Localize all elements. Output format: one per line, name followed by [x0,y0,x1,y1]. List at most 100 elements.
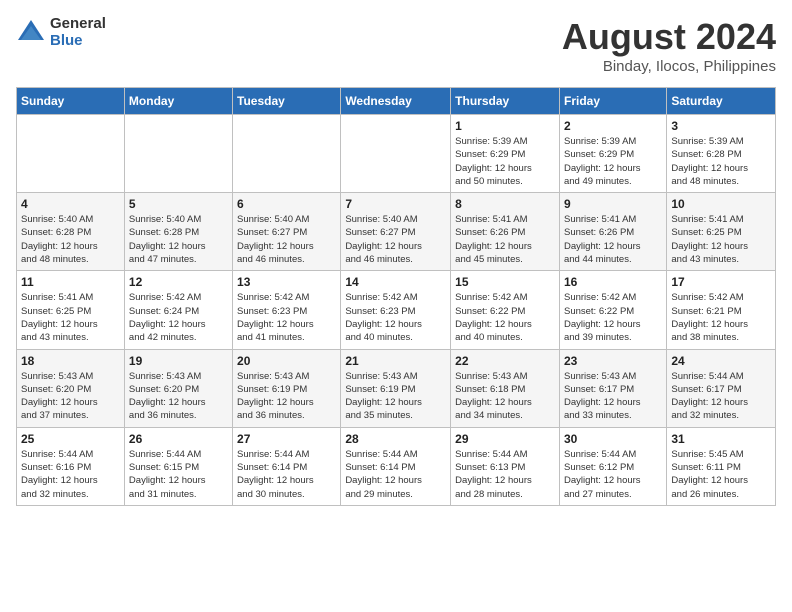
calendar-cell: 25 Sunrise: 5:44 AM Sunset: 6:16 PM Dayli… [17,427,125,505]
logo-text: General Blue [50,16,106,49]
col-header-monday: Monday [124,88,232,115]
day-number: 17 [671,275,771,289]
calendar-cell: 26 Sunrise: 5:44 AM Sunset: 6:15 PM Dayli… [124,427,232,505]
day-info: Sunrise: 5:40 AM Sunset: 6:28 PM Dayligh… [21,213,120,266]
day-info: Sunrise: 5:42 AM Sunset: 6:24 PM Dayligh… [129,291,228,344]
calendar-cell: 21 Sunrise: 5:43 AM Sunset: 6:19 PM Dayli… [341,349,451,427]
calendar-table: SundayMondayTuesdayWednesdayThursdayFrid… [16,87,776,506]
day-info: Sunrise: 5:44 AM Sunset: 6:12 PM Dayligh… [564,448,662,501]
calendar-cell: 16 Sunrise: 5:42 AM Sunset: 6:22 PM Dayli… [559,271,666,349]
calendar-cell [341,115,451,193]
day-info: Sunrise: 5:39 AM Sunset: 6:29 PM Dayligh… [564,135,662,188]
day-number: 6 [237,197,336,211]
day-info: Sunrise: 5:44 AM Sunset: 6:15 PM Dayligh… [129,448,228,501]
day-info: Sunrise: 5:45 AM Sunset: 6:11 PM Dayligh… [671,448,771,501]
day-number: 14 [345,275,446,289]
day-info: Sunrise: 5:44 AM Sunset: 6:13 PM Dayligh… [455,448,555,501]
col-header-saturday: Saturday [667,88,776,115]
day-info: Sunrise: 5:41 AM Sunset: 6:25 PM Dayligh… [21,291,120,344]
calendar-cell: 12 Sunrise: 5:42 AM Sunset: 6:24 PM Dayli… [124,271,232,349]
day-number: 16 [564,275,662,289]
day-number: 7 [345,197,446,211]
col-header-thursday: Thursday [451,88,560,115]
calendar-cell: 22 Sunrise: 5:43 AM Sunset: 6:18 PM Dayli… [451,349,560,427]
calendar-week-row: 25 Sunrise: 5:44 AM Sunset: 6:16 PM Dayli… [17,427,776,505]
day-number: 24 [671,354,771,368]
day-number: 30 [564,432,662,446]
day-info: Sunrise: 5:43 AM Sunset: 6:18 PM Dayligh… [455,370,555,423]
day-info: Sunrise: 5:40 AM Sunset: 6:27 PM Dayligh… [237,213,336,266]
calendar-header-row: SundayMondayTuesdayWednesdayThursdayFrid… [17,88,776,115]
day-info: Sunrise: 5:43 AM Sunset: 6:19 PM Dayligh… [345,370,446,423]
calendar-cell [17,115,125,193]
day-number: 22 [455,354,555,368]
col-header-sunday: Sunday [17,88,125,115]
location: Binday, Ilocos, Philippines [562,58,776,75]
calendar-cell: 23Sunrise: 5:43 AM Sunset: 6:17 PM Dayli… [559,349,666,427]
logo-general: General [50,16,106,33]
day-number: 18 [21,354,120,368]
day-number: 5 [129,197,228,211]
calendar-week-row: 1 Sunrise: 5:39 AM Sunset: 6:29 PM Daylig… [17,115,776,193]
calendar-cell: 18Sunrise: 5:43 AM Sunset: 6:20 PM Dayli… [17,349,125,427]
day-number: 31 [671,432,771,446]
calendar-cell: 1 Sunrise: 5:39 AM Sunset: 6:29 PM Daylig… [451,115,560,193]
day-info: Sunrise: 5:42 AM Sunset: 6:22 PM Dayligh… [564,291,662,344]
day-info: Sunrise: 5:44 AM Sunset: 6:14 PM Dayligh… [345,448,446,501]
calendar-cell: 9Sunrise: 5:41 AM Sunset: 6:26 PM Daylig… [559,193,666,271]
calendar-cell: 24Sunrise: 5:44 AM Sunset: 6:17 PM Dayli… [667,349,776,427]
calendar-cell: 29 Sunrise: 5:44 AM Sunset: 6:13 PM Dayli… [451,427,560,505]
day-number: 19 [129,354,228,368]
calendar-week-row: 4 Sunrise: 5:40 AM Sunset: 6:28 PM Daylig… [17,193,776,271]
calendar-cell: 7 Sunrise: 5:40 AM Sunset: 6:27 PM Daylig… [341,193,451,271]
day-info: Sunrise: 5:39 AM Sunset: 6:29 PM Dayligh… [455,135,555,188]
day-number: 2 [564,119,662,133]
day-number: 15 [455,275,555,289]
day-number: 28 [345,432,446,446]
day-number: 3 [671,119,771,133]
calendar-cell: 2 Sunrise: 5:39 AM Sunset: 6:29 PM Daylig… [559,115,666,193]
logo: General Blue [16,16,106,49]
day-info: Sunrise: 5:43 AM Sunset: 6:19 PM Dayligh… [237,370,336,423]
calendar-cell: 8Sunrise: 5:41 AM Sunset: 6:26 PM Daylig… [451,193,560,271]
day-info: Sunrise: 5:41 AM Sunset: 6:25 PM Dayligh… [671,213,771,266]
calendar-cell: 14 Sunrise: 5:42 AM Sunset: 6:23 PM Dayli… [341,271,451,349]
day-info: Sunrise: 5:40 AM Sunset: 6:27 PM Dayligh… [345,213,446,266]
calendar-cell: 3 Sunrise: 5:39 AM Sunset: 6:28 PM Daylig… [667,115,776,193]
day-info: Sunrise: 5:39 AM Sunset: 6:28 PM Dayligh… [671,135,771,188]
day-number: 20 [237,354,336,368]
calendar-cell: 4 Sunrise: 5:40 AM Sunset: 6:28 PM Daylig… [17,193,125,271]
day-number: 1 [455,119,555,133]
calendar-cell: 31 Sunrise: 5:45 AM Sunset: 6:11 PM Dayli… [667,427,776,505]
day-info: Sunrise: 5:43 AM Sunset: 6:20 PM Dayligh… [129,370,228,423]
title-block: August 2024 Binday, Ilocos, Philippines [562,16,776,75]
calendar-cell: 10 Sunrise: 5:41 AM Sunset: 6:25 PM Dayli… [667,193,776,271]
day-number: 23 [564,354,662,368]
calendar-cell: 27Sunrise: 5:44 AM Sunset: 6:14 PM Dayli… [233,427,341,505]
day-number: 21 [345,354,446,368]
month-title: August 2024 [562,16,776,58]
calendar-cell: 11 Sunrise: 5:41 AM Sunset: 6:25 PM Dayli… [17,271,125,349]
day-info: Sunrise: 5:42 AM Sunset: 6:22 PM Dayligh… [455,291,555,344]
calendar-cell: 6 Sunrise: 5:40 AM Sunset: 6:27 PM Daylig… [233,193,341,271]
calendar-cell: 5Sunrise: 5:40 AM Sunset: 6:28 PM Daylig… [124,193,232,271]
col-header-tuesday: Tuesday [233,88,341,115]
calendar-cell: 20 Sunrise: 5:43 AM Sunset: 6:19 PM Dayli… [233,349,341,427]
col-header-wednesday: Wednesday [341,88,451,115]
day-number: 11 [21,275,120,289]
day-info: Sunrise: 5:44 AM Sunset: 6:16 PM Dayligh… [21,448,120,501]
logo-icon [16,18,46,48]
day-info: Sunrise: 5:42 AM Sunset: 6:23 PM Dayligh… [237,291,336,344]
day-number: 26 [129,432,228,446]
day-info: Sunrise: 5:44 AM Sunset: 6:14 PM Dayligh… [237,448,336,501]
day-number: 25 [21,432,120,446]
col-header-friday: Friday [559,88,666,115]
day-info: Sunrise: 5:42 AM Sunset: 6:23 PM Dayligh… [345,291,446,344]
day-number: 4 [21,197,120,211]
day-number: 29 [455,432,555,446]
day-number: 10 [671,197,771,211]
calendar-cell: 19 Sunrise: 5:43 AM Sunset: 6:20 PM Dayli… [124,349,232,427]
calendar-cell [233,115,341,193]
day-number: 12 [129,275,228,289]
page-header: General Blue August 2024 Binday, Ilocos,… [16,16,776,75]
